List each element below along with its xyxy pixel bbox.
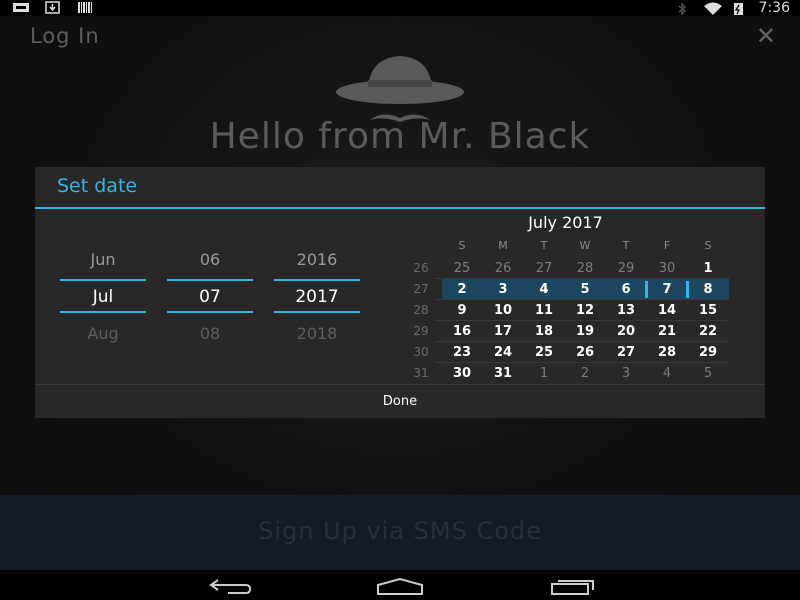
calendar-row-divider [435, 299, 729, 300]
recents-icon[interactable] [542, 573, 602, 597]
month-prev[interactable]: Jun [60, 244, 146, 276]
calendar-day[interactable]: 17 [483, 321, 523, 342]
calendar-day[interactable]: 24 [483, 342, 523, 363]
download-icon [44, 1, 62, 14]
calendar-day[interactable]: 1 [524, 363, 564, 384]
done-button[interactable]: Done [35, 385, 765, 418]
calendar-day[interactable]: 28 [565, 258, 605, 279]
calendar-day[interactable]: 29 [606, 258, 646, 279]
calendar-day[interactable]: 8 [688, 279, 728, 300]
calendar-day[interactable]: 14 [647, 300, 687, 321]
calendar-row-divider [435, 362, 729, 363]
calendar-day[interactable]: 6 [606, 279, 646, 300]
calendar-day[interactable]: 28 [647, 342, 687, 363]
calendar-day[interactable]: 7 [647, 279, 687, 300]
calendar-day[interactable]: 11 [524, 300, 564, 321]
calendar-day[interactable]: 4 [647, 363, 687, 384]
barcode-icon [76, 1, 94, 14]
notification-card-icon [12, 1, 30, 14]
home-icon[interactable] [370, 573, 430, 597]
calendar-day[interactable]: 18 [524, 321, 564, 342]
week-number: 31 [413, 366, 429, 380]
weekday-header: F [663, 239, 671, 252]
calendar-day[interactable]: 19 [565, 321, 605, 342]
calendar-row-divider [435, 320, 729, 321]
bluetooth-icon [675, 1, 693, 16]
day-current[interactable]: 07 [167, 281, 253, 313]
battery-charging-icon [731, 2, 749, 15]
week-number: 26 [413, 261, 429, 275]
calendar-day[interactable]: 30 [647, 258, 687, 279]
calendar-day[interactable]: 25 [524, 342, 564, 363]
calendar-day[interactable]: 10 [483, 300, 523, 321]
calendar-day[interactable]: 25 [442, 258, 482, 279]
dialog-title-divider [35, 207, 765, 209]
year-picker[interactable]: 2016 2017 2018 [274, 227, 360, 347]
weekday-header: M [498, 239, 508, 252]
weekday-header: W [579, 239, 591, 252]
weekday-header: T [622, 239, 630, 252]
status-time: 7:36 [758, 0, 790, 16]
calendar-day[interactable]: 23 [442, 342, 482, 363]
calendar-day[interactable]: 30 [442, 363, 482, 384]
weekday-header: S [458, 239, 466, 252]
day-next[interactable]: 08 [167, 318, 253, 350]
wifi-icon [703, 2, 722, 15]
month-next[interactable]: Aug [60, 318, 146, 350]
calendar-day[interactable]: 20 [606, 321, 646, 342]
year-next[interactable]: 2018 [274, 318, 360, 350]
set-date-dialog: Set date Jun Jul Aug 06 07 08 2016 2017 … [35, 167, 765, 418]
week-number: 30 [413, 345, 429, 359]
calendar-day[interactable]: 27 [606, 342, 646, 363]
calendar-day[interactable]: 2 [442, 279, 482, 300]
calendar-day[interactable]: 2 [565, 363, 605, 384]
back-icon[interactable] [198, 573, 258, 597]
dialog-title: Set date [57, 175, 138, 197]
calendar-day[interactable]: 26 [483, 258, 523, 279]
weekday-header: S [704, 239, 712, 252]
week-number: 29 [413, 324, 429, 338]
year-current[interactable]: 2017 [274, 281, 360, 313]
weekday-header: T [540, 239, 548, 252]
calendar-day[interactable]: 9 [442, 300, 482, 321]
calendar-day[interactable]: 21 [647, 321, 687, 342]
month-picker-divider-bottom [60, 311, 146, 313]
calendar-day[interactable]: 15 [688, 300, 728, 321]
calendar-day[interactable]: 5 [565, 279, 605, 300]
calendar-day[interactable]: 26 [565, 342, 605, 363]
status-bar: 7:36 [0, 0, 800, 16]
calendar-day[interactable]: 27 [524, 258, 564, 279]
calendar-day[interactable]: 16 [442, 321, 482, 342]
calendar-row-divider [435, 278, 729, 279]
day-prev[interactable]: 06 [167, 244, 253, 276]
calendar-day[interactable]: 12 [565, 300, 605, 321]
year-prev[interactable]: 2016 [274, 244, 360, 276]
month-current[interactable]: Jul [60, 281, 146, 313]
month-picker[interactable]: Jun Jul Aug [60, 227, 146, 347]
calendar-row-divider [435, 341, 729, 342]
calendar-day[interactable]: 13 [606, 300, 646, 321]
calendar-day[interactable]: 3 [483, 279, 523, 300]
calendar-day[interactable]: 1 [688, 258, 728, 279]
week-number: 27 [413, 282, 429, 296]
calendar-day[interactable]: 3 [606, 363, 646, 384]
calendar-day[interactable]: 4 [524, 279, 564, 300]
day-picker[interactable]: 06 07 08 [167, 227, 253, 347]
year-picker-divider-bottom [274, 311, 360, 313]
day-picker-divider-bottom [167, 311, 253, 313]
calendar-month-title: July 2017 [528, 213, 603, 232]
week-number: 28 [413, 303, 429, 317]
calendar-day[interactable]: 22 [688, 321, 728, 342]
calendar-day[interactable]: 31 [483, 363, 523, 384]
navigation-bar [0, 570, 800, 600]
calendar-day[interactable]: 29 [688, 342, 728, 363]
calendar-day[interactable]: 5 [688, 363, 728, 384]
